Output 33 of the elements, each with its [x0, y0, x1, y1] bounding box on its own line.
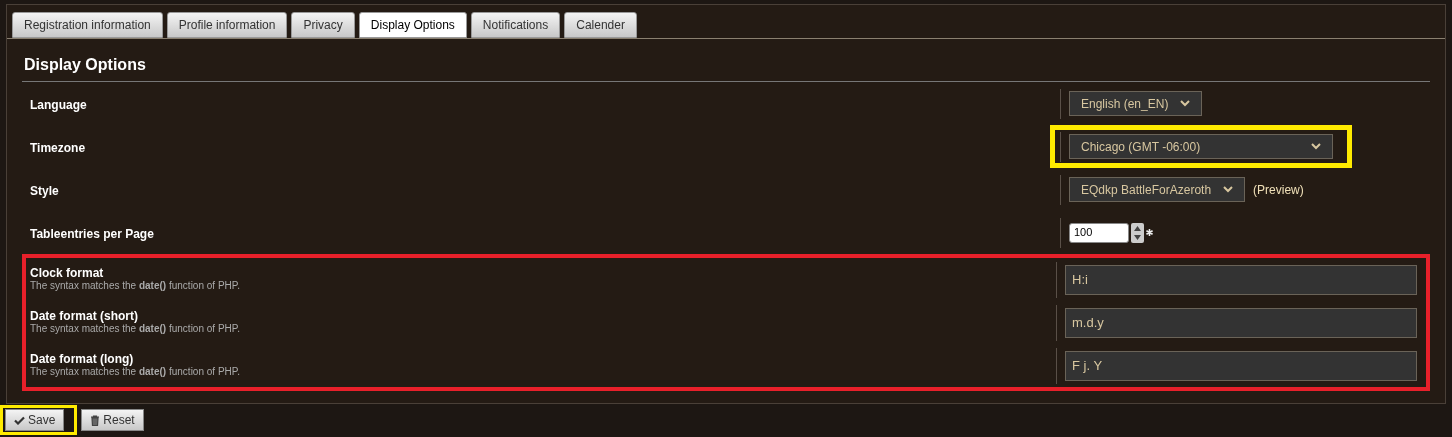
setting-label: Tableentries per Page [30, 226, 154, 241]
dropdown[interactable]: English (en_EN) [1069, 91, 1203, 116]
tab[interactable]: Calender [564, 12, 637, 38]
spinner-icon[interactable] [1131, 222, 1144, 243]
chevron-down-icon [1223, 186, 1234, 193]
text-field[interactable]: F j. Y [1065, 350, 1417, 381]
setting-label: Date format (long) [30, 353, 135, 366]
text-field[interactable]: m.d.y [1065, 307, 1417, 338]
setting-label: Language [30, 97, 87, 112]
chevron-down-icon [1311, 143, 1321, 150]
section-heading: Display Options [22, 53, 1430, 82]
setting-description: The syntax matches the date() function of PHP. [30, 280, 241, 292]
number-field[interactable]: 100 [1069, 222, 1129, 243]
tab[interactable]: Profile information [166, 12, 288, 38]
trash-icon [90, 414, 101, 426]
setting-label: Date format (short) [30, 310, 139, 323]
setting-description: The syntax matches the date() function of PHP. [30, 323, 241, 335]
reset-button[interactable]: Reset [81, 409, 144, 431]
chevron-down-icon [1180, 100, 1191, 107]
setting-label: Timezone [30, 140, 86, 155]
tab[interactable]: Display Options [358, 12, 467, 38]
dropdown[interactable]: Chicago (GMT -06:00) [1069, 134, 1333, 159]
dropdown[interactable]: EQdkp BattleForAzeroth [1069, 177, 1246, 202]
tab[interactable]: Notifications [470, 12, 561, 38]
setting-label: Style [30, 183, 59, 198]
preview-link[interactable]: (Preview) [1253, 180, 1304, 199]
checkmark-icon [14, 415, 25, 425]
save-button[interactable]: Save [5, 409, 65, 431]
setting-description: The syntax matches the date() function of PHP. [30, 366, 241, 378]
setting-label: Clock format [30, 267, 105, 280]
tab[interactable]: Registration information [12, 12, 163, 38]
text-field[interactable]: H:i [1065, 264, 1417, 295]
tab[interactable]: Privacy [291, 12, 355, 38]
